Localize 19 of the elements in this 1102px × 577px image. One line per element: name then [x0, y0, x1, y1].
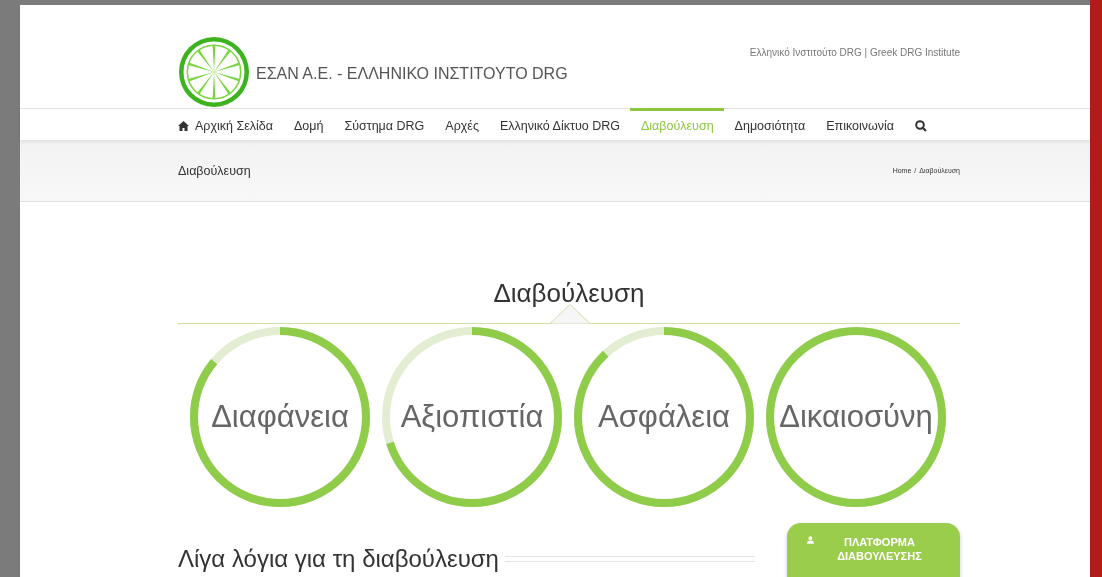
nav-link[interactable]: Αρχές — [434, 108, 490, 140]
nav-link[interactable]: Επικοινωνία — [815, 108, 905, 140]
tagline: Ελληνικό Ινστιτούτο DRG | Greek DRG Institute — [749, 47, 960, 60]
gauge-label: Ασφάλεια — [598, 399, 730, 435]
section-title: Διαβούλευση — [492, 278, 646, 310]
user-icon — [807, 535, 814, 545]
nav-link[interactable]: Ελληνικό Δίκτυο DRG — [489, 108, 631, 140]
nav-link[interactable]: Δημοσιότητα — [724, 108, 816, 140]
section-heading: Λίγα λόγια για τη διαβούλευση — [178, 545, 499, 573]
site-title[interactable]: ΕΣΑΝ Α.Ε. - ΕΛΛΗΝΙΚΟ ΙΝΣΤΙΤΟΥΤΟ DRG — [256, 65, 568, 83]
gauge-label: Αξιοπιστία — [400, 399, 544, 435]
lime-logo-icon — [178, 36, 250, 108]
nav-link[interactable]: Αρχική Σελίδα — [178, 108, 284, 140]
nav-link[interactable]: Δομή — [283, 108, 334, 140]
gauge-label: Δικαιοσύνη — [779, 399, 933, 435]
gauge-label: Διαφάνεια — [211, 399, 349, 435]
page-title: Διαβούλευση — [178, 163, 251, 178]
home-icon — [178, 120, 189, 131]
nav-link[interactable]: Σύστημα DRG — [333, 108, 435, 140]
